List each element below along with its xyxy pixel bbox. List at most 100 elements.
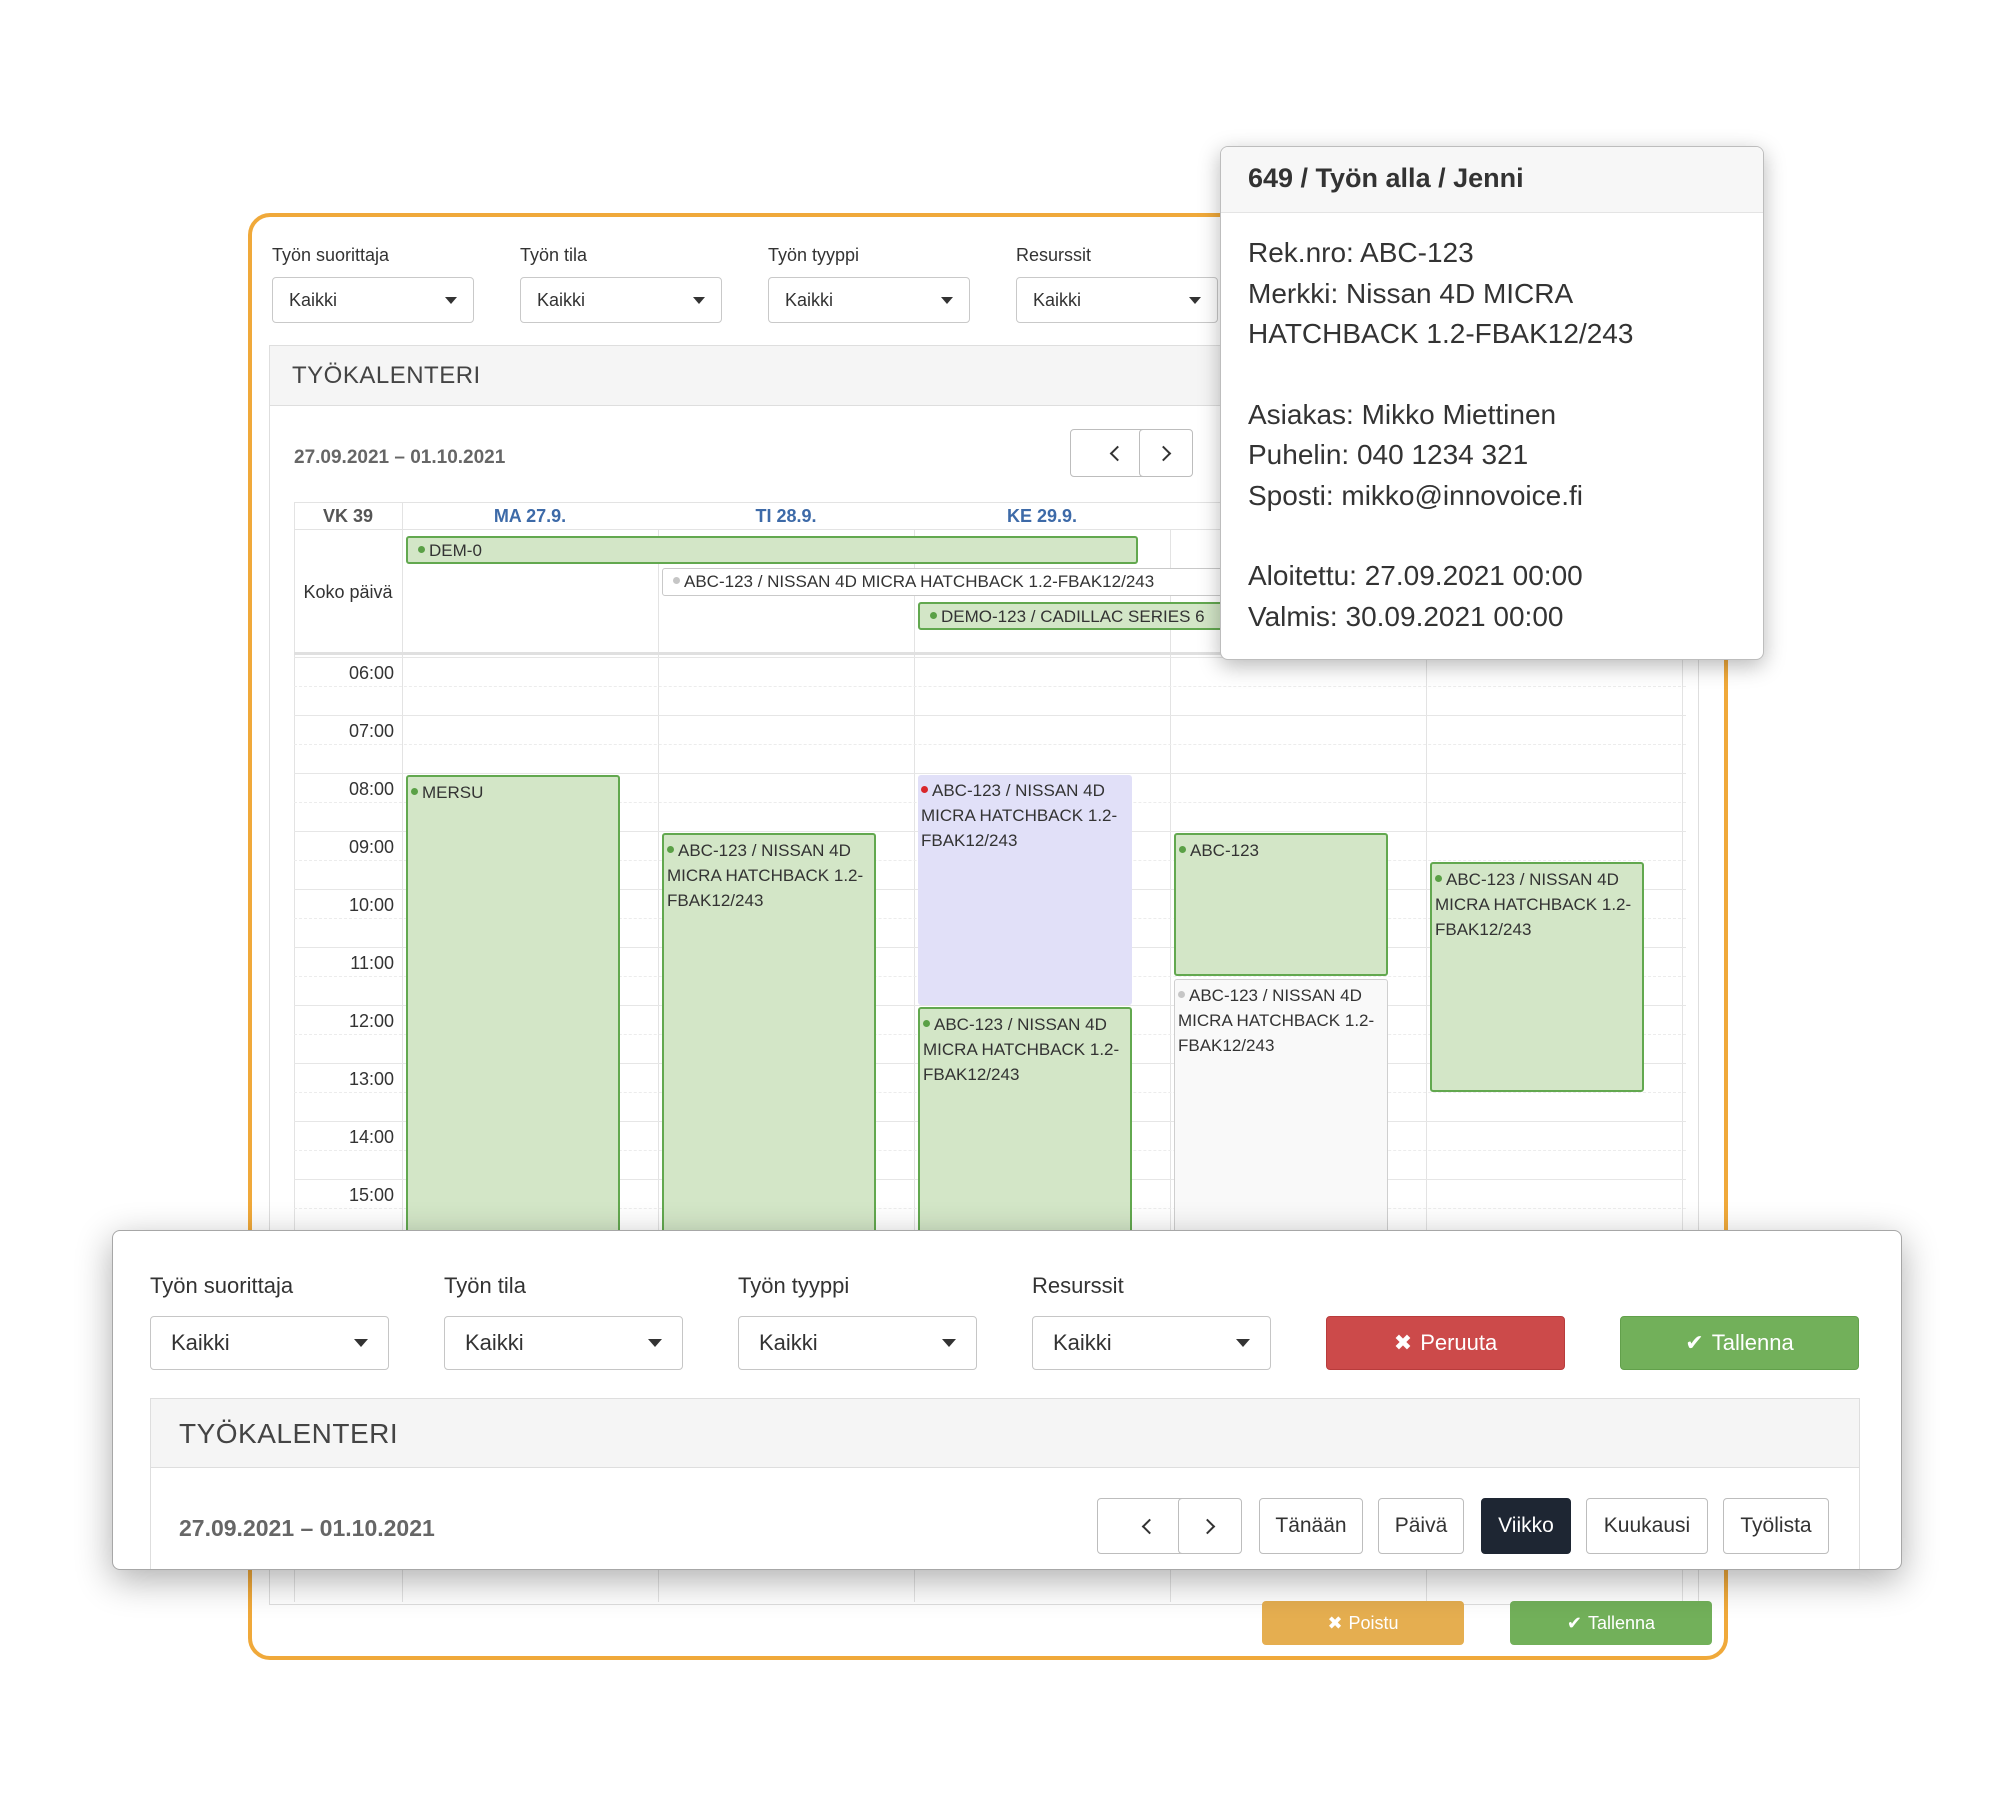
date-range: 27.09.2021 – 01.10.2021 <box>179 1515 435 1541</box>
exit-button[interactable]: ✖ Poistu <box>1262 1601 1464 1645</box>
performer-label: Työn suorittaja <box>150 1273 294 1298</box>
calendar-event[interactable]: ABC-123 / NISSAN 4D MICRA HATCHBACK 1.2-… <box>662 833 876 1283</box>
started-time: Aloitettu: 27.09.2021 00:00 <box>1248 560 1583 591</box>
calendar-event[interactable]: ABC-123 <box>1174 833 1388 976</box>
event-title: ABC-123 / NISSAN 4D MICRA HATCHBACK 1.2-… <box>923 1015 1120 1084</box>
event-title: ABC-123 / NISSAN 4D MICRA HATCHBACK 1.2-… <box>684 572 1155 591</box>
allday-event[interactable]: DEMO-123 / CADILLAC SERIES 6 <box>918 602 1232 630</box>
resources-label: Resurssit <box>1032 1273 1124 1298</box>
performer-select[interactable]: Kaikki <box>150 1316 389 1370</box>
vehicle-brand-line-2: HATCHBACK 1.2-FBAK12/243 <box>1248 318 1634 349</box>
chevron-left-icon <box>1109 445 1126 461</box>
resources-select[interactable]: Kaikki <box>1016 277 1218 323</box>
registration-number: Rek.nro: ABC-123 <box>1248 237 1474 268</box>
status-select-value: Kaikki <box>537 289 586 310</box>
day-header-mon: MA 27.9. <box>493 506 567 526</box>
allday-event[interactable]: DEM-0 <box>406 536 1138 564</box>
date-range: 27.09.2021 – 01.10.2021 <box>294 447 506 468</box>
customer-name: Asiakas: Mikko Miettinen <box>1248 398 1557 430</box>
status-dot <box>1435 875 1442 883</box>
save-button[interactable]: ✔ Tallenna <box>1510 1601 1712 1645</box>
time-label: 10:00 <box>348 895 394 915</box>
event-title: MERSU <box>422 783 484 802</box>
status-select-value: Kaikki <box>465 1330 524 1355</box>
all-day-label: Koko päivä <box>303 582 393 602</box>
today-button[interactable]: Tänään <box>1259 1498 1363 1554</box>
caret-down-icon <box>1189 296 1201 304</box>
front-calendar-toolbar: Työn suorittaja Työn tila Työn tyyppi Re… <box>112 1230 1902 1570</box>
time-label: 15:00 <box>348 1185 394 1205</box>
save-button[interactable]: ✔ Tallenna <box>1620 1316 1859 1370</box>
worklist-view-button[interactable]: Työlista <box>1723 1498 1829 1554</box>
day-header-wed: KE 29.9. <box>1006 506 1078 526</box>
status-select[interactable]: Kaikki <box>520 277 722 323</box>
day-header-tue: TI 28.9. <box>755 506 817 526</box>
ready-time: Valmis: 30.09.2021 00:00 <box>1248 600 1564 632</box>
type-select-value: Kaikki <box>785 289 834 310</box>
resources-select-value: Kaikki <box>1033 289 1082 310</box>
customer-phone: Puhelin: 040 1234 321 <box>1248 439 1529 470</box>
time-label: 08:00 <box>348 779 394 799</box>
chevron-right-icon <box>1155 445 1172 461</box>
chevron-right-icon <box>1199 1518 1216 1534</box>
cancel-button[interactable]: ✖ Peruuta <box>1326 1316 1565 1370</box>
exit-button-label: Poistu <box>1348 1612 1399 1633</box>
event-details-popover: 649 / Työn alla / Jenni Rek.nro: ABC-123… <box>1220 146 1764 660</box>
status-select[interactable]: Kaikki <box>444 1316 683 1370</box>
event-title: DEMO-123 / CADILLAC SERIES 6 <box>941 607 1205 626</box>
event-title: ABC-123 / NISSAN 4D MICRA HATCHBACK 1.2-… <box>1435 870 1632 939</box>
save-button-label: Tallenna <box>1711 1330 1794 1355</box>
status-dot <box>1178 991 1185 999</box>
week-view-button[interactable]: Viikko <box>1481 1498 1571 1554</box>
calendar-panel-title: TYÖKALENTERI <box>150 1398 1860 1468</box>
calendar-event[interactable]: ABC-123 / NISSAN 4D MICRA HATCHBACK 1.2-… <box>918 775 1132 1005</box>
performer-select-value: Kaikki <box>171 1330 230 1355</box>
status-label: Työn tila <box>444 1273 526 1298</box>
status-label: Työn tila <box>520 245 588 265</box>
cancel-button-label: Peruuta <box>1420 1330 1498 1355</box>
check-icon: ✔ <box>1685 1330 1704 1355</box>
type-select[interactable]: Kaikki <box>738 1316 977 1370</box>
type-select[interactable]: Kaikki <box>768 277 970 323</box>
popover-body: Rek.nro: ABC-123 Merkki: Nissan 4D MICRA… <box>1221 213 1763 657</box>
caret-down-icon <box>648 1339 662 1347</box>
allday-event[interactable]: ABC-123 / NISSAN 4D MICRA HATCHBACK 1.2-… <box>662 568 1232 596</box>
next-week-button[interactable] <box>1139 429 1193 477</box>
day-view-button[interactable]: Päivä <box>1378 1498 1464 1554</box>
type-label: Työn tyyppi <box>768 245 860 265</box>
caret-down-icon <box>941 296 953 304</box>
caret-down-icon <box>942 1339 956 1347</box>
time-label: 12:00 <box>348 1011 394 1031</box>
time-label: 07:00 <box>348 721 394 741</box>
calendar-event[interactable]: MERSU <box>406 775 620 1275</box>
event-title: ABC-123 <box>1190 841 1259 860</box>
type-select-value: Kaikki <box>759 1330 818 1355</box>
performer-label: Työn suorittaja <box>272 245 390 265</box>
caret-down-icon <box>354 1339 368 1347</box>
event-title: ABC-123 / NISSAN 4D MICRA HATCHBACK 1.2-… <box>921 781 1118 850</box>
popover-title: 649 / Työn alla / Jenni <box>1221 147 1763 213</box>
vehicle-brand-line-1: Merkki: Nissan 4D MICRA <box>1248 277 1574 309</box>
resources-label: Resurssit <box>1016 245 1092 265</box>
caret-down-icon <box>693 296 705 304</box>
caret-down-icon <box>445 296 457 304</box>
status-dot <box>673 577 680 585</box>
time-label: 09:00 <box>348 837 394 857</box>
check-icon: ✔ <box>1566 1612 1583 1633</box>
calendar-event[interactable]: ABC-123 / NISSAN 4D MICRA HATCHBACK 1.2-… <box>1430 862 1644 1092</box>
save-button-label: Tallenna <box>1588 1612 1656 1633</box>
event-title: ABC-123 / NISSAN 4D MICRA HATCHBACK 1.2-… <box>667 841 864 910</box>
type-label: Työn tyyppi <box>738 1273 850 1298</box>
time-label: 11:00 <box>350 953 394 973</box>
time-label: 06:00 <box>348 663 394 683</box>
status-dot <box>418 546 425 554</box>
resources-select[interactable]: Kaikki <box>1032 1316 1271 1370</box>
customer-email: Sposti: mikko@innovoice.fi <box>1248 479 1584 511</box>
time-label: 13:00 <box>348 1069 394 1089</box>
status-dot <box>411 788 418 796</box>
next-week-button[interactable] <box>1178 1498 1242 1554</box>
performer-select[interactable]: Kaikki <box>272 277 474 323</box>
week-number: VK 39 <box>322 506 374 526</box>
status-dot <box>930 612 937 620</box>
month-view-button[interactable]: Kuukausi <box>1586 1498 1708 1554</box>
